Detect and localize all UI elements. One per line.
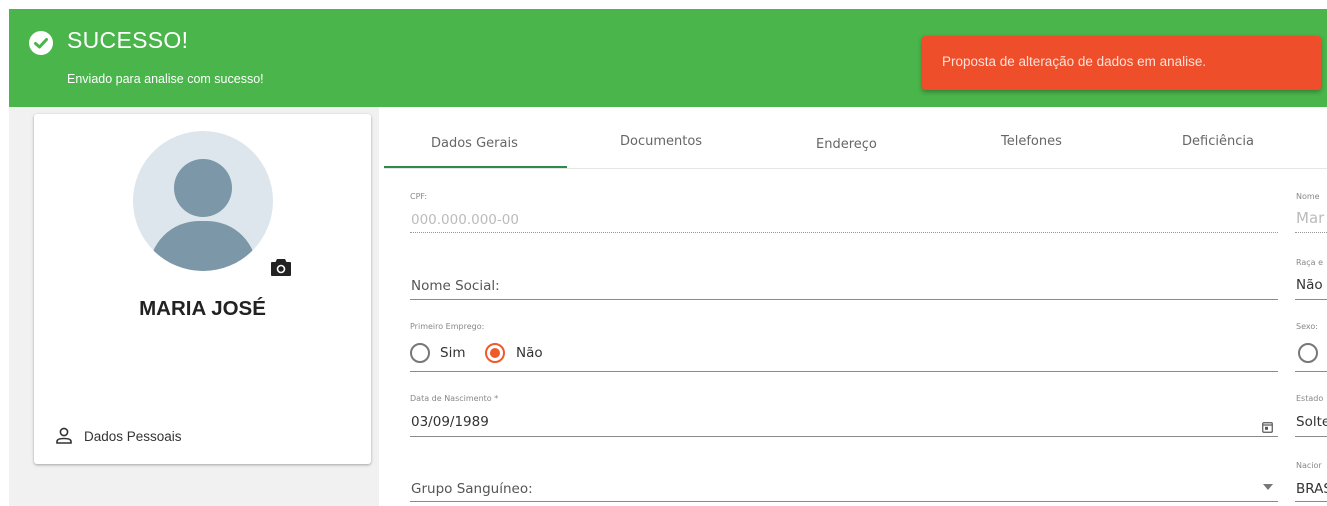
avatar-body: [149, 221, 257, 271]
tab-dados-gerais[interactable]: Dados Gerais: [431, 136, 518, 151]
check-circle-icon: [29, 31, 53, 55]
radio-sim-label: Sim: [440, 345, 466, 361]
cpf-field[interactable]: 000.000.000-00: [411, 212, 519, 228]
tab-deficiencia[interactable]: Deficiência: [1182, 134, 1254, 149]
primeiro-emprego-label: Primeiro Emprego:: [410, 322, 485, 331]
data-nascimento-label: Data de Nascimento *: [410, 394, 499, 403]
data-nascimento-underline: [410, 436, 1278, 437]
profile-name: MARIA JOSÉ: [139, 297, 266, 320]
nacionalidade-underline: [1295, 501, 1327, 502]
toast-message: Proposta de alteração de dados em analis…: [942, 54, 1207, 69]
nome-label: Nome: [1296, 192, 1320, 201]
chevron-down-icon[interactable]: [1263, 484, 1273, 490]
avatar-head: [174, 159, 232, 217]
toast-notification[interactable]: Proposta de alteração de dados em analis…: [922, 36, 1321, 90]
nacionalidade-label: Nacior: [1296, 461, 1322, 470]
banner-subtitle: Enviado para analise com sucesso!: [67, 72, 264, 86]
tab-telefones[interactable]: Telefones: [1001, 134, 1062, 149]
sexo-label: Sexo:: [1296, 322, 1318, 331]
radio-nao-label: Não: [516, 345, 543, 361]
grupo-sanguineo-select[interactable]: Grupo Sanguíneo:: [411, 481, 533, 497]
camera-icon[interactable]: [270, 257, 292, 277]
tab-divider: [384, 168, 1327, 169]
raca-label: Raça e: [1296, 258, 1324, 267]
nome-social-field[interactable]: Nome Social:: [411, 278, 500, 294]
person-icon: [56, 427, 72, 444]
raca-field[interactable]: Não: [1296, 277, 1323, 293]
radio-nao[interactable]: [485, 343, 505, 363]
nome-field[interactable]: Mar: [1296, 209, 1324, 227]
estado-field[interactable]: Solte: [1296, 414, 1327, 430]
tab-documentos[interactable]: Documentos: [620, 134, 702, 149]
calendar-icon[interactable]: [1262, 418, 1273, 433]
tab-endereco[interactable]: Endereço: [816, 137, 877, 152]
nome-underline: [1295, 232, 1327, 233]
sidebar-item-label: Dados Pessoais: [84, 429, 182, 444]
cpf-underline: [410, 232, 1278, 233]
profile-card: MARIA JOSÉ Dados Pessoais: [34, 114, 371, 464]
cpf-label: CPF:: [410, 192, 428, 201]
sexo-underline: [1295, 371, 1327, 372]
banner-title: SUCESSO!: [67, 27, 189, 53]
estado-underline: [1295, 436, 1327, 437]
estado-label: Estado: [1296, 394, 1324, 403]
grupo-sanguineo-underline: [410, 501, 1278, 502]
radio-sexo[interactable]: [1298, 343, 1318, 363]
nacionalidade-field[interactable]: BRAS: [1296, 481, 1327, 497]
primeiro-emprego-underline: [410, 371, 1278, 372]
radio-sim[interactable]: [410, 343, 430, 363]
avatar: [133, 131, 273, 271]
data-nascimento-field[interactable]: 03/09/1989: [411, 414, 489, 430]
nome-social-underline: [410, 299, 1278, 300]
raca-underline: [1295, 299, 1327, 300]
